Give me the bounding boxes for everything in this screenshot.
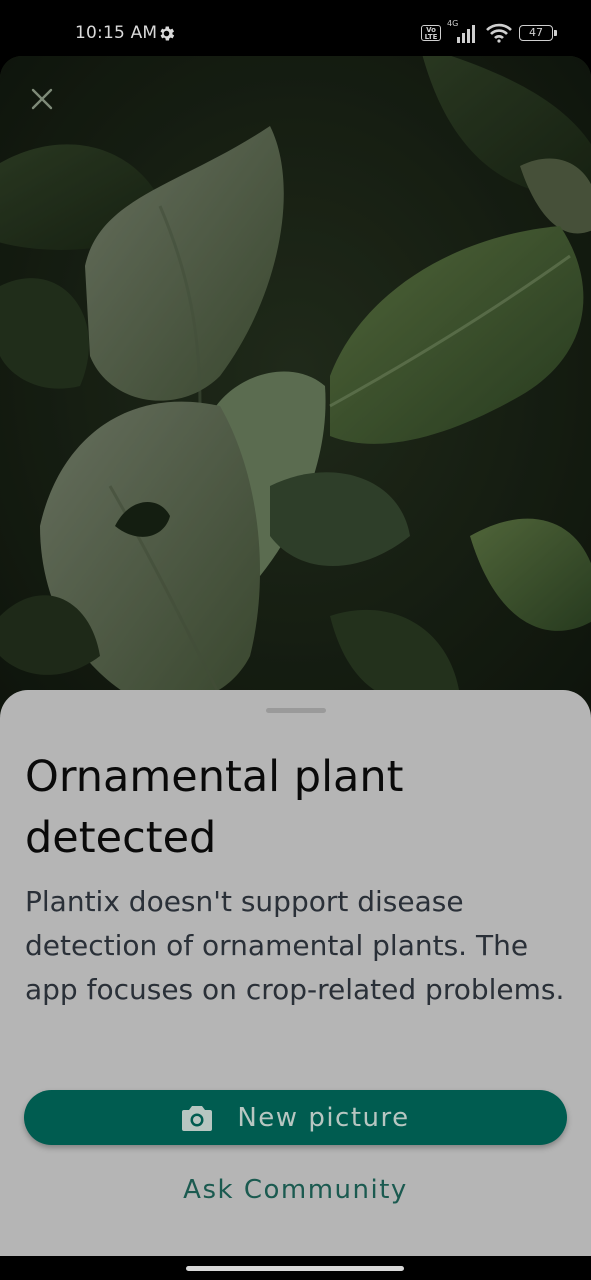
bottom-sheet: Ornamental plant detected Plantix doesn'… (0, 690, 591, 1256)
battery-icon: 47 (519, 25, 557, 41)
signal-icon: 4G (447, 19, 479, 44)
new-picture-label: New picture (237, 1102, 410, 1133)
status-icons: Vo LTE 4G 47 (421, 19, 557, 46)
status-bar: 10:15 AM Vo LTE 4G 47 (0, 0, 591, 56)
camera-icon (182, 1105, 213, 1131)
plant-photo (0, 56, 591, 756)
ask-community-button[interactable]: Ask Community (0, 1166, 591, 1214)
settings-gear-icon (160, 26, 175, 41)
drag-handle[interactable] (266, 708, 326, 713)
close-icon[interactable] (29, 86, 55, 112)
volte-badge: Vo LTE (421, 25, 441, 41)
status-time: 10:15 AM (75, 23, 158, 43)
new-picture-button[interactable]: New picture (24, 1090, 567, 1145)
home-indicator[interactable] (186, 1266, 404, 1271)
sheet-description: Plantix doesn't support disease detectio… (25, 885, 565, 1006)
navigation-bar (0, 1256, 591, 1280)
plant-photo-image (0, 56, 591, 756)
wifi-icon (486, 23, 512, 43)
sheet-title: Ornamental plant detected (25, 752, 404, 863)
